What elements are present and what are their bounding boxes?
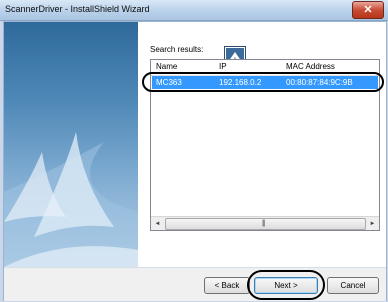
row-name: MC363 <box>156 78 182 87</box>
row-mac: 00:80:87:84:9C:9B <box>286 78 353 87</box>
scrollbar-thumb[interactable]: ||| <box>165 218 366 230</box>
side-panel-artwork <box>4 132 138 267</box>
back-button[interactable]: < Back <box>204 277 250 294</box>
scroll-left-icon[interactable]: ◄ <box>151 217 164 230</box>
horizontal-scrollbar[interactable]: ◄ ||| ► <box>151 216 379 230</box>
scroll-right-icon[interactable]: ► <box>366 217 379 230</box>
next-button[interactable]: Next > <box>254 277 318 294</box>
scrollbar-grip-icon: ||| <box>262 220 266 227</box>
column-header-name[interactable]: Name <box>156 62 177 71</box>
search-results-label: Search results: <box>150 45 204 54</box>
results-list[interactable]: Name IP MAC Address MC363 192.168.0.2 00… <box>150 59 380 231</box>
wizard-side-panel <box>4 22 138 267</box>
close-icon: ✕ <box>363 3 373 16</box>
window-title: ScannerDriver - InstallShield Wizard <box>5 4 150 14</box>
column-header-mac[interactable]: MAC Address <box>286 62 335 71</box>
button-bar: < Back Next > Cancel <box>4 267 386 301</box>
column-header-ip[interactable]: IP <box>219 62 227 71</box>
cancel-button[interactable]: Cancel <box>327 277 379 294</box>
close-button[interactable]: ✕ <box>352 1 384 19</box>
row-ip: 192.168.0.2 <box>219 78 262 87</box>
title-bar[interactable]: ScannerDriver - InstallShield Wizard ✕ <box>0 0 388 21</box>
list-item[interactable]: MC363 192.168.0.2 00:80:87:84:9C:9B <box>152 76 378 89</box>
wizard-frame: Search results: Name IP MAC Address MC36… <box>3 21 387 301</box>
list-header: Name IP MAC Address <box>151 60 379 76</box>
wizard-content: Search results: Name IP MAC Address MC36… <box>138 22 386 267</box>
